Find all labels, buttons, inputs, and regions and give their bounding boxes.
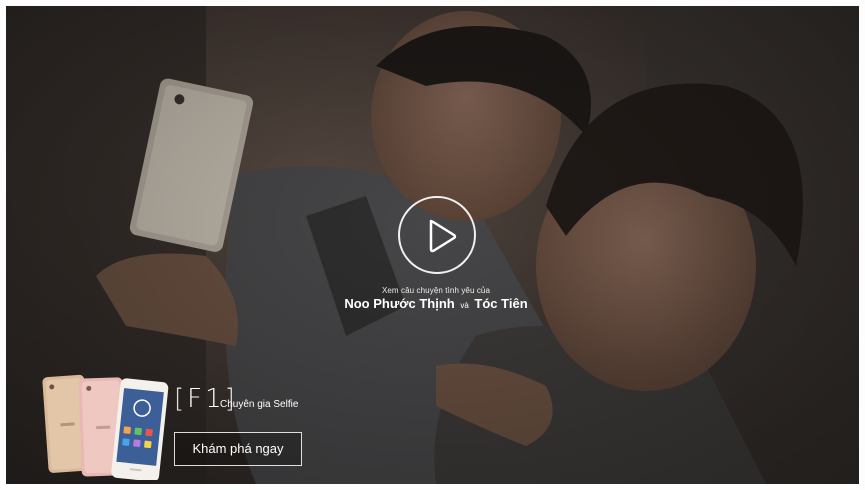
video-banner[interactable]: Xem câu chuyện tình yêu của Noo Phước Th… xyxy=(6,6,859,484)
logo-bracket-left: [ xyxy=(174,384,188,414)
explore-now-button[interactable]: Khám phá ngay xyxy=(174,432,302,466)
caption-name-2: Tóc Tiên xyxy=(474,296,528,311)
caption-name-1: Noo Phước Thịnh xyxy=(344,296,455,311)
caption-title: Noo Phước Thịnh và Tóc Tiên xyxy=(286,296,586,311)
caption-connector: và xyxy=(460,301,469,310)
page-frame: Xem câu chuyện tình yêu của Noo Phước Th… xyxy=(0,0,865,490)
caption-subtitle: Xem câu chuyện tình yêu của xyxy=(381,286,491,295)
product-tagline: Chuyên gia Selfie xyxy=(220,399,299,410)
play-button[interactable] xyxy=(398,196,476,274)
play-icon xyxy=(429,219,457,253)
video-caption: Xem câu chuyện tình yêu của Noo Phước Th… xyxy=(286,286,586,311)
product-promo: [F1] Chuyên gia Selfie Khám phá ngay xyxy=(40,368,340,480)
phone-product-image xyxy=(42,374,169,480)
